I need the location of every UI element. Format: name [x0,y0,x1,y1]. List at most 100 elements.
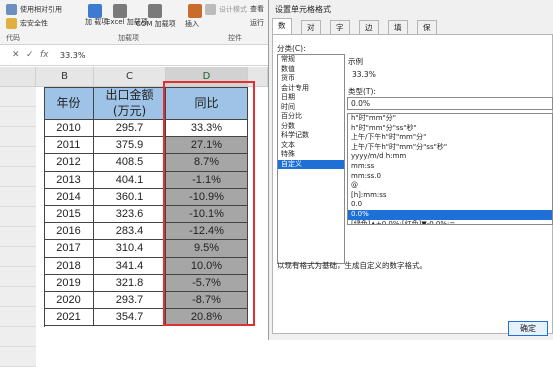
category-item[interactable]: 货币 [278,74,344,84]
header-year[interactable]: 年份 [44,87,94,120]
format-item[interactable]: h"时"mm"分"ss"秒" [348,124,552,134]
row-header[interactable] [0,307,36,327]
enter-icon[interactable]: ✓ [26,50,34,60]
category-item[interactable]: 会计专用 [278,84,344,94]
view-code-button[interactable]: 查看 [250,4,264,14]
cell-yoy[interactable]: -5.7% [166,274,248,292]
cell-year[interactable]: 2017 [44,240,94,258]
row-header[interactable] [0,227,36,247]
cell-yoy[interactable]: -1.1% [166,171,248,189]
ok-button[interactable]: 确定 [508,321,548,336]
category-item[interactable]: 时间 [278,103,344,113]
cancel-icon[interactable]: ✕ [12,50,20,60]
cell-year[interactable]: 2010 [44,120,94,138]
cell-year[interactable]: 2018 [44,257,94,275]
row-header[interactable] [0,207,36,227]
cell-amount[interactable]: 341.4 [94,257,166,275]
header-amount[interactable]: 出口金额 (万元) [94,87,166,120]
tab-border[interactable]: 边框 [359,20,379,45]
category-item[interactable]: 科学记数 [278,131,344,141]
cell-year[interactable]: 2016 [44,223,94,241]
fx-icon[interactable]: fx [40,50,49,60]
category-item[interactable]: 自定义 [278,159,344,169]
row-header[interactable] [0,127,36,147]
cell-yoy[interactable]: -10.1% [166,206,248,224]
category-item[interactable]: 数值 [278,65,344,75]
category-item[interactable]: 百分比 [278,112,344,122]
format-list[interactable]: h"时"mm"分" h"时"mm"分"ss"秒" 上午/下午h"时"mm"分" 上午/… [347,113,553,225]
row-header[interactable] [0,87,36,107]
tab-font[interactable]: 字体 [330,20,350,45]
row-header[interactable] [0,287,36,307]
format-item[interactable]: @ [348,181,552,191]
cell-year[interactable]: 2012 [44,154,94,172]
cell-amount[interactable]: 323.6 [94,206,166,224]
category-item[interactable]: 分数 [278,122,344,132]
corner-cell[interactable] [0,67,36,87]
record-relative-button[interactable]: 使用相对引用 [6,4,62,15]
cell-amount[interactable]: 321.8 [94,274,166,292]
row-header[interactable] [0,187,36,207]
column-header-e[interactable] [248,67,268,87]
header-yoy[interactable]: 同比 [166,87,248,120]
cell-year[interactable]: 2020 [44,292,94,310]
cell-year[interactable]: 2014 [44,188,94,206]
gear-icon[interactable] [113,4,127,18]
tab-protection[interactable]: 保护 [417,20,437,45]
cell-yoy[interactable]: 9.5% [166,240,248,258]
format-item[interactable]: mm:ss [348,162,552,172]
cell-yoy[interactable]: 20.8% [166,309,248,327]
format-item[interactable]: 0.0% [348,209,552,220]
com-addins-button[interactable]: COM 加载项 [136,19,176,29]
format-item[interactable]: 上午/下午h"时"mm"分"ss"秒" [348,143,552,153]
cell-yoy[interactable]: 27.1% [166,137,248,155]
cell-amount[interactable]: 360.1 [94,188,166,206]
category-item[interactable]: 文本 [278,141,344,151]
design-mode-button[interactable]: 设计模式 [205,4,247,15]
cell-amount[interactable]: 310.4 [94,240,166,258]
format-item[interactable]: 0.0 [348,200,552,210]
format-item[interactable]: 上午/下午h"时"mm"分" [348,133,552,143]
cell-yoy[interactable]: -12.4% [166,223,248,241]
row-header[interactable] [0,107,36,127]
cell-year[interactable]: 2019 [44,274,94,292]
row-header[interactable] [0,267,36,287]
category-list[interactable]: 常规 数值 货币 会计专用 日期 时间 百分比 分数 科学记数 文本 特殊 自定义 [277,54,345,264]
insert-control-icon[interactable] [188,4,202,18]
excel-addins-button[interactable]: Excel 加载项 [106,19,148,26]
macro-security-button[interactable]: 宏安全性 [6,18,48,29]
column-header-b[interactable]: B [36,67,94,87]
cell-amount[interactable]: 375.9 [94,137,166,155]
cell-year[interactable]: 2015 [44,206,94,224]
cell-amount[interactable]: 295.7 [94,120,166,138]
cell-amount[interactable]: 293.7 [94,292,166,310]
category-item[interactable]: 常规 [278,55,344,65]
category-item[interactable]: 特殊 [278,150,344,160]
tab-alignment[interactable]: 对齐 [301,20,321,45]
format-item[interactable]: [绿色]▲+0.0%;[红色]▼-0.0%;= [348,220,552,224]
format-item[interactable]: h"时"mm"分" [348,114,552,124]
cell-yoy[interactable]: 33.3% [166,120,248,138]
com-gear-icon[interactable] [148,4,162,18]
cell-amount[interactable]: 408.5 [94,154,166,172]
cell-yoy[interactable]: 10.0% [166,257,248,275]
row-header[interactable] [0,327,36,347]
addins-button[interactable]: 加 载项 [85,19,108,26]
addins-icon[interactable] [88,4,102,18]
cell-year[interactable]: 2021 [44,309,94,327]
insert-button[interactable]: 插入 [185,19,199,29]
column-header-c[interactable]: C [94,67,166,87]
format-item[interactable]: yyyy/m/d h:mm [348,152,552,162]
row-header[interactable] [0,147,36,167]
cell-yoy[interactable]: 8.7% [166,154,248,172]
cell-year[interactable]: 2013 [44,171,94,189]
cell-yoy[interactable]: -10.9% [166,188,248,206]
category-item[interactable]: 日期 [278,93,344,103]
formula-input[interactable]: 33.3% [60,51,85,60]
cell-amount[interactable]: 283.4 [94,223,166,241]
row-header[interactable] [0,247,36,267]
format-item[interactable]: mm:ss.0 [348,172,552,182]
tab-number[interactable]: 数字 [272,18,292,43]
column-header-d[interactable]: D [166,67,248,87]
cell-year[interactable]: 2011 [44,137,94,155]
